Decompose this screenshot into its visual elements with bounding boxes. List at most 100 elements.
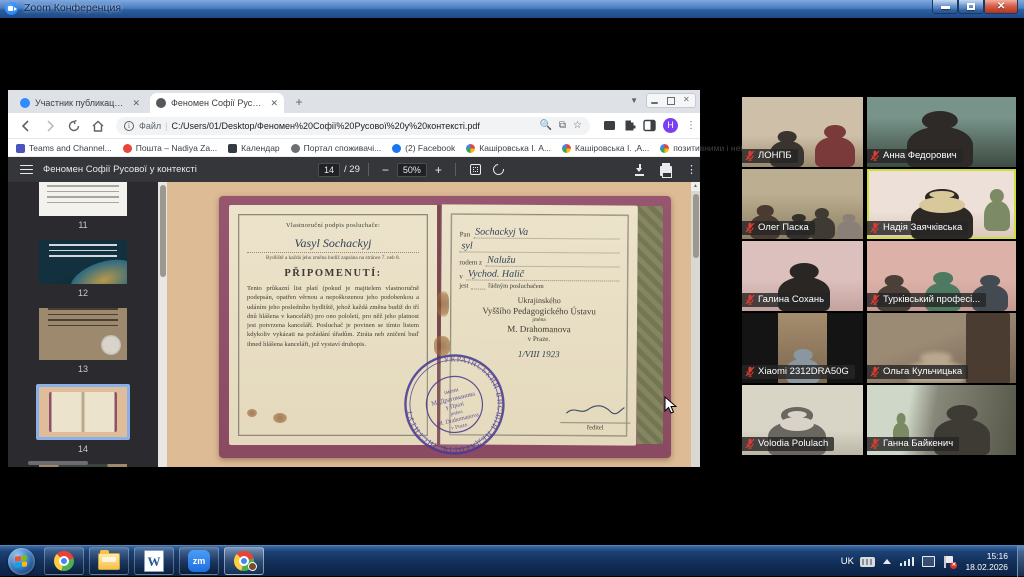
bookmark-item[interactable]: позитивними і нег... <box>660 143 749 153</box>
fit-page-icon[interactable] <box>470 164 481 175</box>
thumbnail-page-11[interactable] <box>39 182 127 216</box>
taskbar-zoom-button[interactable]: zm <box>179 547 219 575</box>
muted-mic-icon <box>745 294 755 305</box>
share-icon[interactable]: ⧉ <box>559 120 566 131</box>
video-tile[interactable]: Олег Паска <box>742 169 863 239</box>
browser-close-button[interactable] <box>679 94 695 107</box>
profile-avatar[interactable]: Н <box>663 118 678 133</box>
document-photo-booklet: Vlastnoruční podpis posluchače: Vasyl So… <box>219 196 671 458</box>
thumbnail-page-14-selected[interactable] <box>36 384 130 440</box>
pdf-menu-icon[interactable] <box>20 162 33 177</box>
forward-icon[interactable] <box>42 118 58 134</box>
taskbar-chrome-active-button[interactable] <box>224 547 264 575</box>
participant-name-label: Volodia Polulach <box>742 437 834 451</box>
student-signature: Vasyl Sochackyj <box>247 236 419 253</box>
address-bar[interactable]: i Файл | C:/Users/01/Desktop/Феномен%20С… <box>116 117 590 135</box>
browser-toolbar: i Файл | C:/Users/01/Desktop/Феномен%20С… <box>8 113 700 139</box>
taskbar-word-button[interactable]: W <box>134 547 174 575</box>
thumbnail-page-13[interactable] <box>39 308 127 360</box>
video-tile[interactable]: Xiaomi 2312DRA50G <box>742 313 863 383</box>
muted-mic-icon <box>745 366 755 377</box>
form-label: Pan <box>460 230 471 238</box>
tab-pdf-document[interactable]: Феномен Софії Русової у конте... ✕ <box>150 93 284 113</box>
video-tile[interactable]: Ольга Кульчицька <box>867 313 1016 383</box>
bookmark-item[interactable]: Кашіровська І. ,А... <box>562 143 649 153</box>
window-restore-button[interactable] <box>958 0 984 14</box>
video-tile[interactable]: Volodia Polulach <box>742 385 863 455</box>
address-url: C:/Users/01/Desktop/Феномен%20Софії%20Ру… <box>171 121 526 131</box>
taskbar-explorer-button[interactable] <box>89 547 129 575</box>
chevron-down-icon[interactable]: ▼ <box>630 96 638 105</box>
zoom-in-button[interactable]: + <box>435 164 442 176</box>
scroll-up-icon[interactable]: ▲ <box>691 182 700 191</box>
form-label: řádným posluchačem <box>488 283 543 290</box>
tab-label: Феномен Софії Русової у конте... <box>171 98 265 108</box>
back-icon[interactable] <box>18 118 34 134</box>
mouse-cursor <box>664 396 677 415</box>
zoom-page-icon[interactable]: 🔍 <box>539 120 551 131</box>
side-panel-icon[interactable] <box>643 119 656 132</box>
video-tile[interactable]: Ганна Байкенич <box>867 385 1016 455</box>
pdf-zoom-level[interactable]: 50% <box>397 163 427 177</box>
action-center-flag-icon[interactable]: ✕ <box>943 556 955 568</box>
left-page-body: Tento průkazní list platí (pokud je maji… <box>247 284 419 349</box>
browser-menu-icon[interactable]: ⋮ <box>686 123 690 128</box>
window-close-button[interactable]: ✕ <box>984 0 1018 14</box>
signal-bars-icon[interactable] <box>900 557 915 566</box>
new-tab-button[interactable]: + <box>292 96 306 110</box>
bookmark-item[interactable]: Календар <box>228 143 279 153</box>
muted-mic-icon <box>745 438 755 449</box>
start-button[interactable] <box>8 548 35 575</box>
zoom-out-button[interactable]: − <box>382 164 389 176</box>
left-page-header: Vlastnoruční podpis posluchače: <box>247 222 419 229</box>
language-indicator[interactable]: UK <box>841 556 854 567</box>
shared-screen-browser-window: Участник публикации - Zoom ✕ Феномен Соф… <box>8 90 700 467</box>
video-tile-active-speaker[interactable]: Надія Заячківська <box>867 169 1016 239</box>
zoom-icon: zm <box>188 550 210 572</box>
network-icon[interactable] <box>922 556 935 567</box>
download-icon[interactable] <box>634 164 646 176</box>
print-icon[interactable] <box>660 166 672 176</box>
window-minimize-button[interactable] <box>932 0 958 14</box>
bookmark-item[interactable]: (2) Facebook <box>392 143 455 153</box>
tab-close-icon[interactable]: ✕ <box>132 99 140 108</box>
video-tile[interactable]: ЛОНПБ <box>742 97 863 167</box>
extension-icon[interactable] <box>603 119 616 132</box>
show-desktop-button[interactable] <box>1017 546 1024 577</box>
content-scrollbar-left[interactable] <box>158 182 167 467</box>
browser-restore-button[interactable] <box>663 94 679 107</box>
bookmark-item[interactable]: Портал споживачі... <box>291 143 382 153</box>
extensions-puzzle-icon[interactable] <box>623 119 636 132</box>
browser-minimize-button[interactable] <box>647 94 663 107</box>
taskbar-clock[interactable]: 15:16 18.02.2026 <box>965 551 1008 572</box>
taskbar-chrome-button[interactable] <box>44 547 84 575</box>
content-scrollbar-right[interactable]: ▲ <box>691 182 700 467</box>
bookmark-item[interactable]: Пошта – Nadiya Za... <box>123 143 217 153</box>
video-tile[interactable]: Галина Сохань <box>742 241 863 311</box>
reload-icon[interactable] <box>66 118 82 134</box>
bookmark-item[interactable]: Кашіровська І. А... <box>466 143 551 153</box>
page-info-icon[interactable]: i <box>124 121 134 131</box>
bookmark-star-icon[interactable]: ☆ <box>573 120 582 131</box>
hidden-icons-arrow[interactable] <box>883 559 891 564</box>
explorer-folder-icon <box>98 553 120 570</box>
participant-name-label: ЛОНПБ <box>742 149 798 163</box>
tab-close-icon[interactable]: ✕ <box>270 99 278 108</box>
bookmark-item[interactable]: Teams and Channel... <box>16 143 112 153</box>
zoom-app-icon <box>5 2 18 15</box>
keyboard-icon[interactable] <box>860 557 875 567</box>
video-tile[interactable]: Турківський професі... <box>867 241 1016 311</box>
video-tile[interactable]: Анна Федорович <box>867 97 1016 167</box>
thumbnail-page-12[interactable] <box>39 240 127 284</box>
pdf-more-icon[interactable]: ⋮ <box>686 168 690 172</box>
institution-line: v Praze. <box>459 334 619 343</box>
rotate-icon[interactable] <box>491 162 506 177</box>
form-value: syl <box>460 240 620 253</box>
director-signature-scribble <box>564 403 626 417</box>
institution-line: Ukrajinského <box>459 295 619 305</box>
muted-mic-icon <box>870 438 880 449</box>
pdf-page-input[interactable]: 14 <box>318 163 340 177</box>
tab-zoom-participant[interactable]: Участник публикации - Zoom ✕ <box>14 93 146 113</box>
thumbnail-pane-scrollbar[interactable] <box>28 461 88 465</box>
home-icon[interactable] <box>90 118 106 134</box>
